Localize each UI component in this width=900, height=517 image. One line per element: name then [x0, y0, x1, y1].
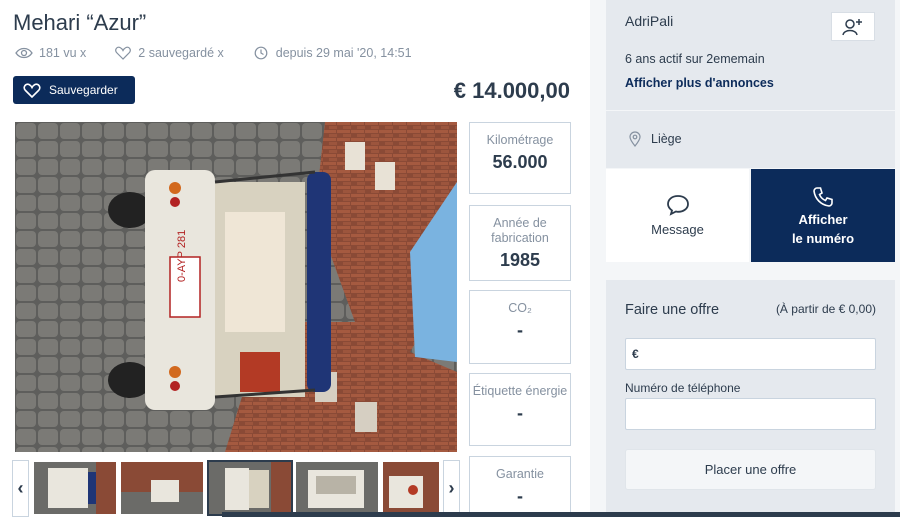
- saved-stat: 2 sauvegardé x: [114, 46, 224, 60]
- listing-stats: 181 vu x 2 sauvegardé x depuis 29 mai '2…: [15, 46, 412, 60]
- spec-energy-label: Étiquette énergie: [472, 384, 568, 398]
- spec-year: Année de fabrication 1985: [469, 205, 571, 281]
- location-pin-icon: [629, 131, 641, 147]
- seller-location: Liège: [629, 131, 682, 147]
- spec-year-label: Année de fabrication: [491, 216, 549, 245]
- spec-warranty-label: Garantie: [496, 467, 544, 481]
- spec-co2: CO₂ -: [469, 290, 571, 364]
- phone-icon: [813, 186, 833, 207]
- seller-name[interactable]: AdriPali: [625, 13, 673, 29]
- chevron-right-icon: ›: [448, 478, 455, 498]
- heart-icon: [115, 46, 132, 60]
- thumbnail-active[interactable]: [207, 460, 293, 516]
- thumbnail-prev-button[interactable]: ‹: [12, 460, 29, 517]
- clock-icon: [254, 46, 268, 60]
- message-button[interactable]: Message: [606, 169, 749, 262]
- thumbnail[interactable]: [296, 462, 378, 514]
- show-number-label-line1: Afficher: [798, 211, 848, 227]
- thumbnail-strip: ‹ ›: [12, 460, 460, 517]
- views-count: 181 vu x: [39, 46, 87, 60]
- place-offer-button[interactable]: Placer une offre: [625, 449, 876, 490]
- spec-year-value: 1985: [499, 250, 541, 270]
- thumbnail[interactable]: [121, 462, 203, 514]
- spec-warranty-value: -: [517, 486, 523, 506]
- main-photo[interactable]: 0-AYP 281: [15, 122, 457, 452]
- spec-mileage-value: 56.000: [492, 152, 548, 172]
- listing-title: Mehari “Azur”: [13, 10, 147, 35]
- spec-mileage: Kilométrage 56.000: [469, 122, 571, 194]
- views-stat: 181 vu x: [15, 46, 86, 60]
- offer-amount-input[interactable]: €: [625, 338, 876, 370]
- saved-count: 2 sauvegardé x: [138, 46, 224, 60]
- seller-active-since: 6 ans actif sur 2ememain: [625, 52, 765, 66]
- chat-bubble-icon: [666, 195, 689, 216]
- location-label: Liège: [651, 132, 682, 146]
- since-date: depuis 29 mai '20, 14:51: [275, 46, 412, 60]
- thumbnail-next-button[interactable]: ›: [443, 460, 460, 517]
- car-photo-image: 0-AYP 281: [15, 122, 457, 452]
- divider: [606, 110, 895, 111]
- offer-minimum: (À partir de € 0,00): [775, 302, 876, 316]
- spec-mileage-label: Kilométrage: [486, 133, 554, 147]
- heart-icon: [23, 82, 41, 98]
- license-plate: 0-AYP 281: [176, 230, 188, 282]
- thumbnail[interactable]: [383, 462, 439, 514]
- phone-input[interactable]: [625, 398, 876, 430]
- message-label: Message: [651, 222, 704, 237]
- spec-warranty: Garantie -: [469, 456, 571, 517]
- spec-co2-value: -: [517, 320, 523, 340]
- currency-symbol: €: [632, 347, 639, 361]
- since-stat: depuis 29 mai '20, 14:51: [252, 46, 412, 60]
- phone-label: Numéro de téléphone: [625, 381, 741, 395]
- listing-page: Mehari “Azur” 181 vu x 2 sauvegardé x de…: [0, 0, 900, 517]
- offer-title: Faire une offre: [625, 302, 720, 318]
- spec-co2-label: CO₂: [508, 301, 532, 315]
- add-user-icon: [842, 18, 862, 35]
- thumbnail[interactable]: [34, 462, 116, 514]
- show-number-label-line2: le numéro: [791, 230, 855, 246]
- bottom-scroll-bar[interactable]: [222, 512, 900, 517]
- save-button[interactable]: Sauvegarder: [13, 76, 135, 104]
- save-label: Sauvegarder: [49, 83, 118, 97]
- spec-energy: Étiquette énergie -: [469, 373, 571, 446]
- chevron-left-icon: ‹: [17, 478, 24, 498]
- eye-icon: [15, 47, 33, 59]
- listing-price: € 14.000,00: [453, 78, 570, 103]
- more-ads-link[interactable]: Afficher plus d'annonces: [625, 76, 774, 90]
- spec-energy-value: -: [517, 403, 523, 423]
- show-number-button[interactable]: Afficher le numéro: [751, 169, 895, 262]
- follow-seller-button[interactable]: [831, 12, 875, 41]
